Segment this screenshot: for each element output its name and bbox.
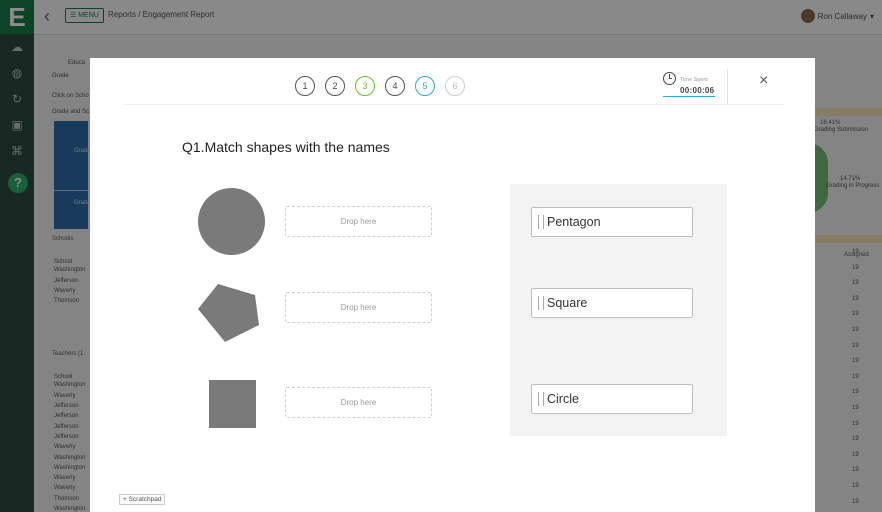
step-3[interactable]: 3 [355, 76, 375, 96]
drop-zone-3[interactable]: Drop here [285, 387, 432, 418]
option-label: Circle [547, 392, 579, 406]
drag-handle-icon[interactable] [538, 215, 544, 229]
timer-underline [663, 96, 715, 97]
header-separator [123, 104, 783, 105]
drag-handle-icon[interactable] [538, 392, 544, 406]
scratchpad-button[interactable]: + Scratchpad [119, 494, 166, 505]
drop-zone-2[interactable]: Drop here [285, 292, 432, 323]
step-4[interactable]: 4 [385, 76, 405, 96]
step-5[interactable]: 5 [415, 76, 435, 96]
circle-shape [198, 188, 265, 255]
close-icon[interactable]: × [759, 72, 768, 90]
timer-value: 00:00:06 [680, 86, 715, 95]
question-text: Q1.Match shapes with the names [182, 139, 390, 155]
step-1[interactable]: 1 [295, 76, 315, 96]
option-square[interactable]: Square [531, 288, 693, 318]
question-stepper: 1 2 3 4 5 6 [295, 76, 465, 96]
timer-label: Time Spent [680, 77, 708, 83]
option-label: Square [547, 296, 588, 310]
option-circle[interactable]: Circle [531, 384, 693, 414]
option-label: Pentagon [547, 215, 601, 229]
pentagon-shape [198, 284, 259, 342]
clock-icon [663, 72, 676, 85]
option-pentagon[interactable]: Pentagon [531, 207, 693, 237]
square-shape [209, 380, 256, 428]
time-spent: Time Spent 00:00:06 [663, 72, 715, 98]
step-2[interactable]: 2 [325, 76, 345, 96]
quiz-modal: 1 2 3 4 5 6 Time Spent 00:00:06 × Q1.Mat… [90, 58, 815, 512]
step-6[interactable]: 6 [445, 76, 465, 96]
header-divider [727, 69, 728, 104]
drag-handle-icon[interactable] [538, 296, 544, 310]
drop-zone-1[interactable]: Drop here [285, 206, 432, 237]
options-panel: Pentagon Square Circle [510, 184, 727, 436]
